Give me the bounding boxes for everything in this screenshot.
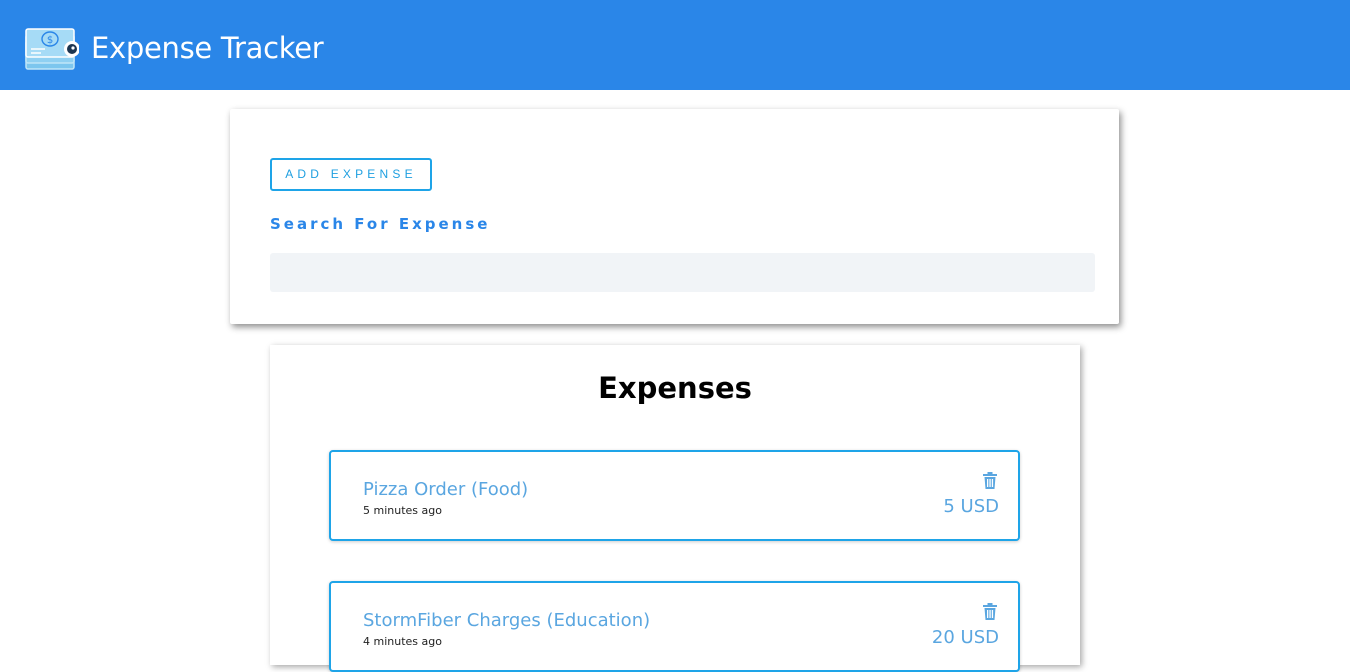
search-label: Search For Expense [270,215,491,233]
svg-text:$: $ [47,35,53,46]
expense-form-card: ADD EXPENSE Search For Expense [230,109,1119,324]
add-expense-button[interactable]: ADD EXPENSE [270,158,432,191]
money-stack-logo-icon: $ [25,28,79,70]
expense-amount: 20 USD [931,627,999,648]
expense-name: Pizza Order (Food) [363,479,529,500]
trash-icon[interactable] [982,603,998,620]
navbar: $ Expense Tracker [0,0,1350,90]
expense-time: 4 minutes ago [363,635,442,648]
expense-name: StormFiber Charges (Education) [363,610,651,631]
expenses-title: Expenses [598,371,752,405]
expense-item: Pizza Order (Food) 5 minutes ago 5 USD [329,450,1020,541]
expense-amount: 5 USD [943,496,999,517]
expense-item: StormFiber Charges (Education) 4 minutes… [329,581,1020,672]
trash-icon[interactable] [982,472,998,489]
expenses-card: Expenses Pizza Order (Food) 5 minutes ag… [270,345,1080,672]
app-title: Expense Tracker [91,31,324,65]
expense-time: 5 minutes ago [363,504,442,517]
search-input[interactable] [270,253,1095,292]
